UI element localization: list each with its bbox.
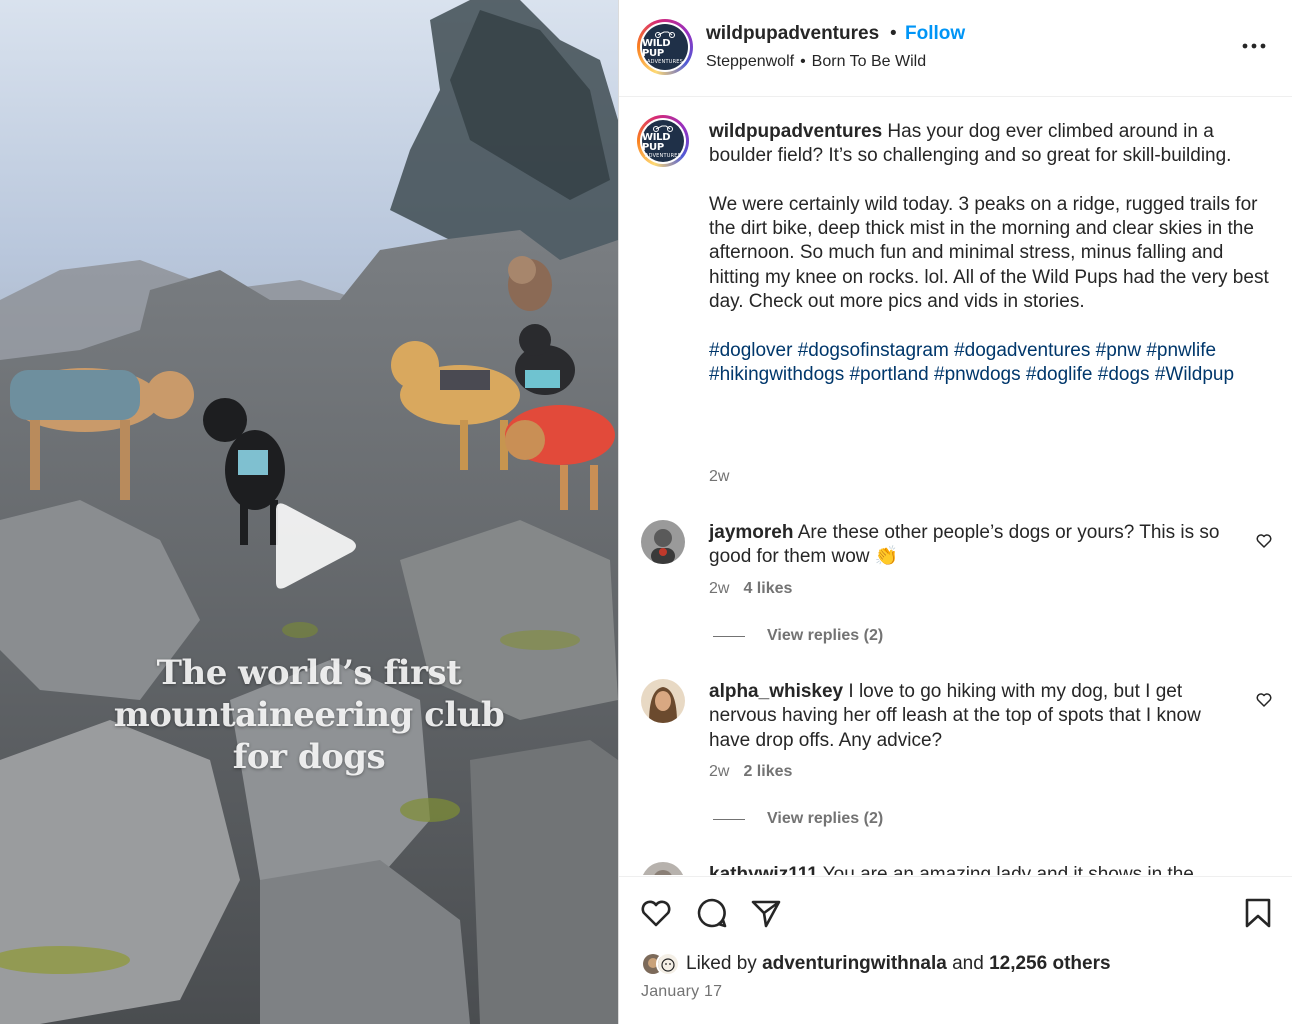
comment-body: jaymoreh Are these other people’s dogs o… <box>709 521 1244 570</box>
caption-timestamp[interactable]: 2w <box>709 468 729 486</box>
view-replies-button[interactable]: View replies (2) <box>713 627 883 645</box>
hashtag-link[interactable]: #dogsofinstagram <box>798 340 949 361</box>
author-avatar[interactable]: WILD PUP ADVENTURES <box>637 19 693 75</box>
hashtag-link[interactable]: #doglife <box>1026 364 1093 385</box>
comment-username[interactable]: kathywiz111 <box>709 864 818 875</box>
comment-icon[interactable] <box>695 896 729 930</box>
liked-by-text: Liked by adventuringwithnala and 12,256 … <box>686 953 1111 974</box>
overlay-line-2: mountaineering club <box>113 695 505 735</box>
wild-pup-logo-icon: WILD PUP ADVENTURES <box>642 120 684 162</box>
author-username[interactable]: wildpupadventures <box>706 23 879 45</box>
view-replies-label: View replies (2) <box>767 810 884 827</box>
comments-scroll-area[interactable]: WILD PUP ADVENTURES wildpupadventures Ha… <box>619 98 1292 875</box>
comment-username[interactable]: jaymoreh <box>709 522 793 543</box>
comment-meta: 2w 4 likes <box>709 580 792 598</box>
hashtag-link[interactable]: #doglover <box>709 340 792 361</box>
replies-divider <box>713 818 745 820</box>
post-header: WILD PUP ADVENTURES wildpupadventures • … <box>619 0 1292 97</box>
liked-by-user[interactable]: adventuringwithnala <box>762 953 947 974</box>
commenter-avatar[interactable] <box>641 679 685 723</box>
header-separator: • <box>890 23 897 44</box>
hashtag-link[interactable]: #hikingwithdogs <box>709 364 844 385</box>
comment-meta: 2w 2 likes <box>709 763 792 781</box>
replies-divider <box>713 635 745 637</box>
view-replies-label: View replies (2) <box>767 627 884 644</box>
hashtag-link[interactable]: #portland <box>849 364 928 385</box>
comment-timestamp[interactable]: 2w <box>709 763 729 780</box>
view-replies-button[interactable]: View replies (2) <box>713 810 883 828</box>
post-actions-footer: Liked by adventuringwithnala and 12,256 … <box>619 876 1292 1024</box>
hashtag-link[interactable]: #pnwdogs <box>934 364 1021 385</box>
comment-like-heart-icon[interactable] <box>1255 532 1273 550</box>
follow-button[interactable]: Follow <box>905 23 965 45</box>
comment-like-heart-icon[interactable] <box>1255 691 1273 709</box>
hashtag-list: #doglover #dogsofinstagram #dogadventure… <box>709 339 1269 388</box>
comment-body: kathywiz111 You are an amazing lady and … <box>709 863 1244 875</box>
post-date[interactable]: January 17 <box>641 983 722 1001</box>
comment-text: You are an amazing lady and it shows in … <box>822 864 1194 875</box>
caption-paragraph-2: We were certainly wild today. 3 peaks on… <box>709 193 1269 313</box>
caption-author-avatar[interactable]: WILD PUP ADVENTURES <box>637 115 689 167</box>
hashtag-link[interactable]: #dogadventures <box>954 340 1090 361</box>
audio-attribution[interactable]: Steppenwolf • Born To Be Wild <box>706 53 926 71</box>
paper-plane-icon[interactable] <box>749 896 783 930</box>
liked-by-summary: Liked by adventuringwithnala and 12,256 … <box>641 952 1111 976</box>
caption-username[interactable]: wildpupadventures <box>709 121 882 142</box>
liker-avatar[interactable] <box>656 952 680 976</box>
comment-body: alpha_whiskey I love to go hiking with m… <box>709 680 1244 753</box>
comment-likes-count[interactable]: 2 likes <box>743 763 792 780</box>
hashtag-link[interactable]: #pnwlife <box>1146 340 1216 361</box>
post-caption: wildpupadventures Has your dog ever clim… <box>709 120 1269 387</box>
comment-username[interactable]: alpha_whiskey <box>709 681 843 702</box>
wild-pup-logo-icon: WILD PUP ADVENTURES <box>642 24 688 70</box>
post-video[interactable]: The world’s first mountaineering club fo… <box>0 0 618 1024</box>
heart-icon[interactable] <box>639 896 673 930</box>
comment-timestamp[interactable]: 2w <box>709 580 729 597</box>
play-icon[interactable] <box>270 500 360 592</box>
video-overlay-text: The world’s first mountaineering club fo… <box>84 652 534 778</box>
audio-artist[interactable]: Steppenwolf <box>706 53 794 70</box>
liked-by-others[interactable]: 12,256 others <box>989 953 1110 974</box>
audio-track[interactable]: Born To Be Wild <box>812 53 926 70</box>
hashtag-link[interactable]: #dogs <box>1098 364 1150 385</box>
overlay-line-1: The world’s first <box>156 653 462 693</box>
caption-paragraph-1: wildpupadventures Has your dog ever clim… <box>709 120 1269 169</box>
more-horizontal-icon[interactable] <box>1241 36 1267 56</box>
comment-likes-count[interactable]: 4 likes <box>743 580 792 597</box>
audio-separator: • <box>800 53 806 70</box>
bookmark-icon[interactable] <box>1241 896 1275 930</box>
commenter-avatar[interactable] <box>641 520 685 564</box>
hashtag-link[interactable]: #pnw <box>1096 340 1141 361</box>
overlay-line-3: for dogs <box>232 737 386 777</box>
commenter-avatar[interactable] <box>641 862 685 875</box>
post-details-panel: WILD PUP ADVENTURES wildpupadventures • … <box>618 0 1292 1024</box>
hashtag-link[interactable]: #Wildpup <box>1155 364 1234 385</box>
